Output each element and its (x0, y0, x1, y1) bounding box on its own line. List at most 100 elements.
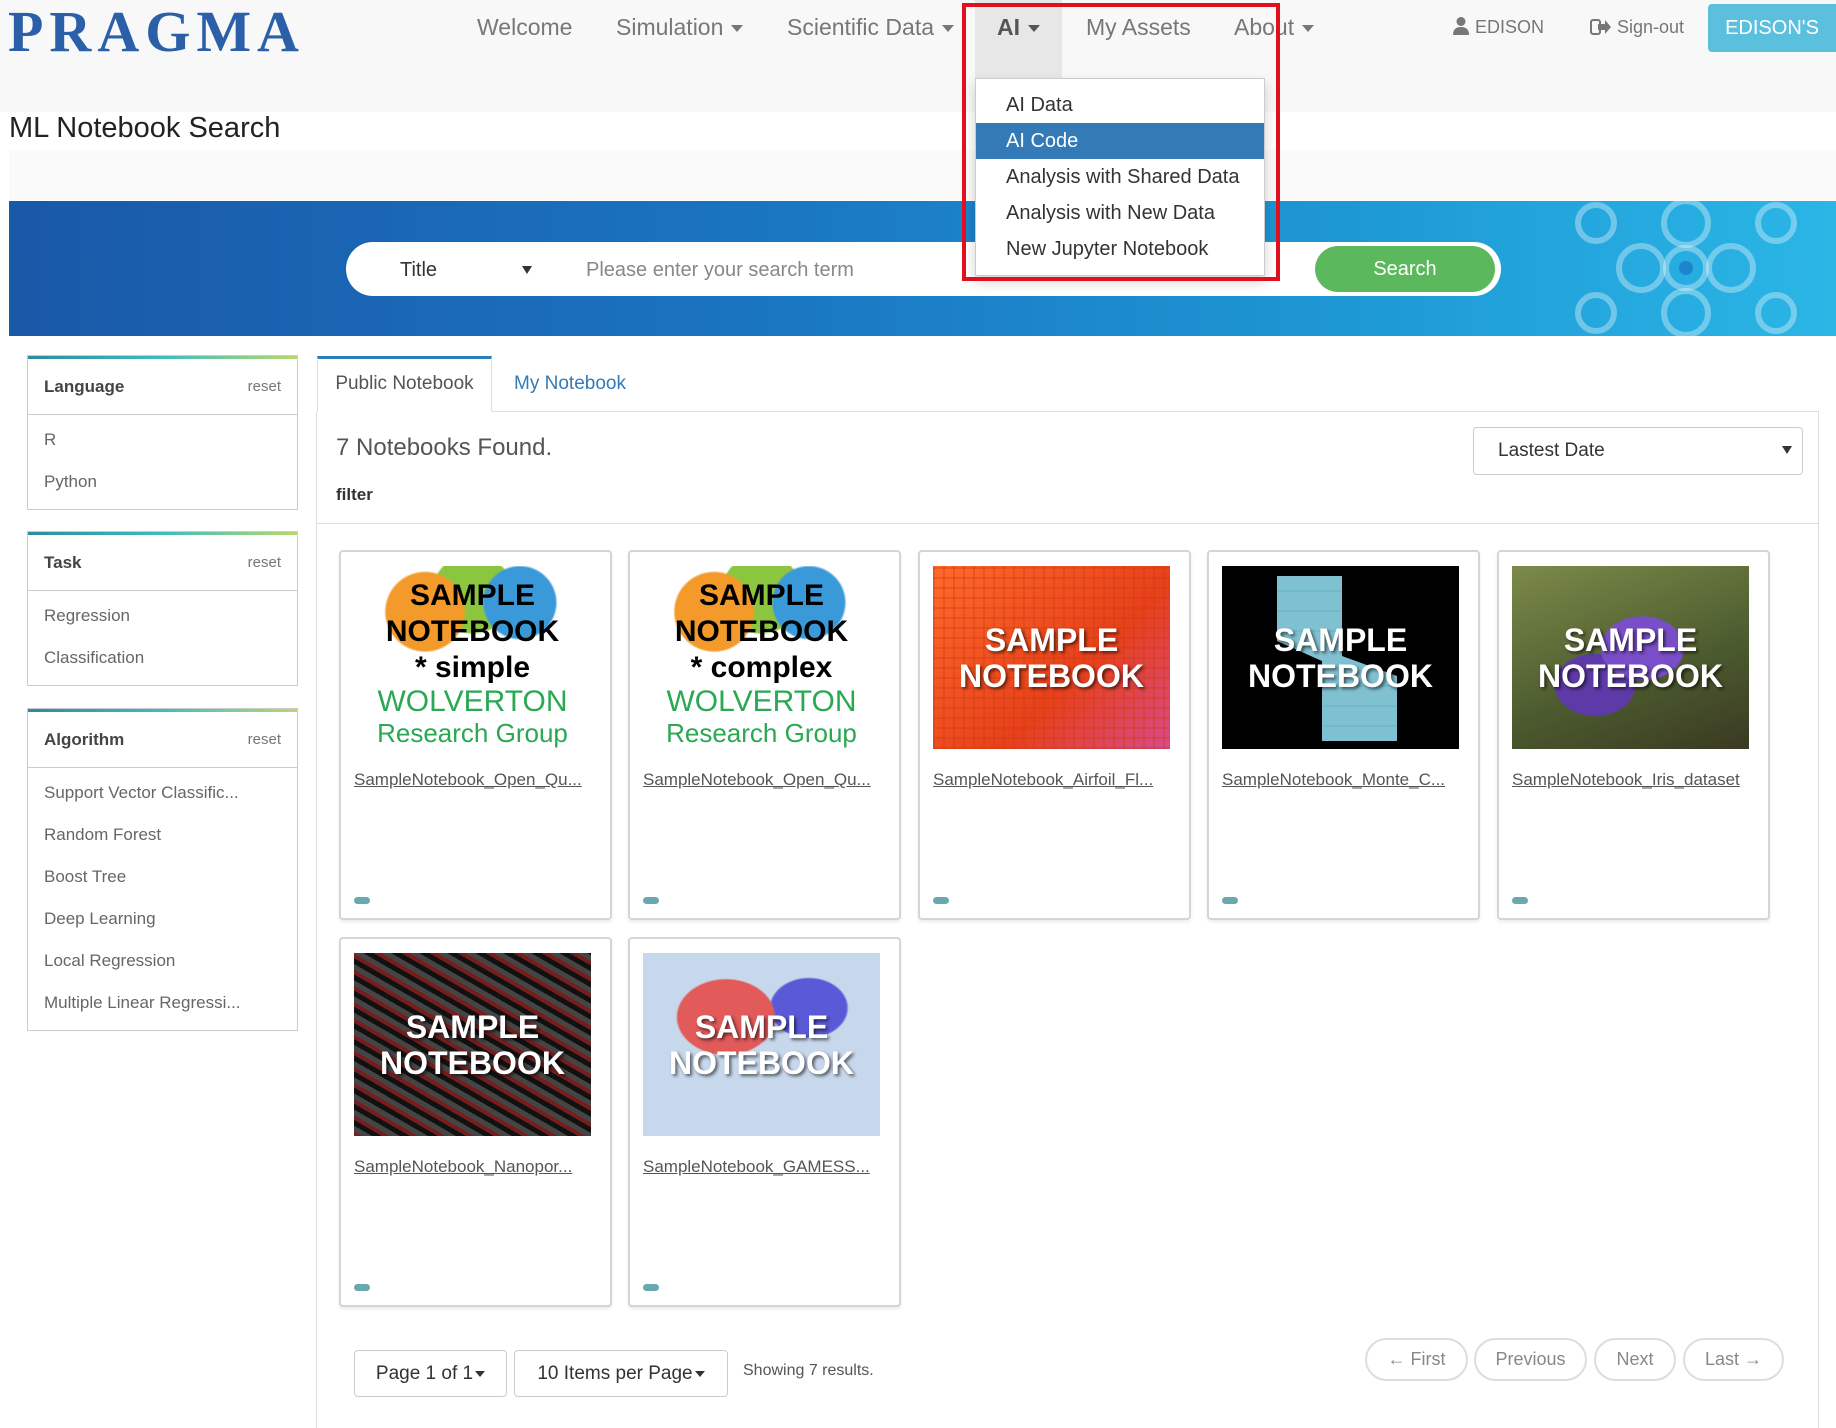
showing-results: Showing 7 results. (743, 1362, 874, 1379)
notebook-card[interactable]: SAMPLE NOTEBOOK SampleNotebook_GAMESS... (628, 937, 901, 1307)
dropdown-arrow-icon (1782, 446, 1792, 454)
items-per-page-select[interactable]: 10 Items per Page (514, 1350, 728, 1397)
thumbnail-text: SAMPLE NOTEBOOK (354, 1009, 591, 1081)
nav-scientific-data[interactable]: Scientific Data (787, 0, 955, 56)
notebook-title-link[interactable]: SampleNotebook_Open_Qu... (354, 770, 604, 790)
facet-item-python[interactable]: Python (28, 461, 297, 503)
thumb-line: NOTEBOOK (1248, 657, 1433, 694)
page-select[interactable]: Page 1 of 1 (354, 1350, 507, 1397)
previous-page-button[interactable]: Previous (1474, 1338, 1587, 1381)
pragma-logo[interactable]: PRAGMA (8, 0, 305, 64)
notebook-card[interactable]: SAMPLE NOTEBOOK SampleNotebook_Iris_data… (1497, 550, 1770, 920)
notebook-title-link[interactable]: SampleNotebook_Nanopor... (354, 1157, 604, 1177)
notebook-title-link[interactable]: SampleNotebook_Monte_C... (1222, 770, 1472, 790)
thumbnail-text: SAMPLE NOTEBOOK (1512, 622, 1749, 694)
notebook-card[interactable]: SAMPLE NOTEBOOK * complex WOLVERTON Rese… (628, 550, 901, 920)
sort-select[interactable]: Lastest Date (1473, 427, 1803, 475)
facet-item-deep-learning[interactable]: Deep Learning (28, 898, 297, 940)
caret-down-icon (475, 1370, 486, 1377)
notebook-card[interactable]: SAMPLE NOTEBOOK SampleNotebook_Monte_C..… (1207, 550, 1480, 920)
last-page-button[interactable]: Last → (1683, 1338, 1784, 1381)
thumb-line: SAMPLE (694, 1008, 829, 1045)
caret-down-icon (731, 25, 744, 33)
facet-item-regression[interactable]: Regression (28, 595, 297, 637)
facet-body: Regression Classification (28, 591, 297, 685)
facet-item-r[interactable]: R (28, 419, 297, 461)
notebook-title-link[interactable]: SampleNotebook_Airfoil_Fl... (933, 770, 1183, 790)
notebook-tag (933, 897, 949, 904)
facet-algorithm: Algorithm reset Support Vector Classific… (27, 708, 298, 1031)
nav-simulation[interactable]: Simulation (616, 0, 744, 56)
facet-title: Algorithm (44, 730, 125, 749)
thumb-line: NOTEBOOK (380, 1044, 565, 1081)
facet-title: Language (44, 377, 125, 396)
thumb-line: Research Group (666, 718, 857, 748)
nav-ai[interactable]: AI (975, 0, 1062, 78)
thumb-line: * simple (414, 651, 531, 684)
next-page-button[interactable]: Next (1594, 1338, 1676, 1381)
notebook-thumbnail: SAMPLE NOTEBOOK (354, 953, 591, 1136)
menu-item-ai-data[interactable]: AI Data (976, 87, 1264, 123)
divider (317, 523, 1818, 524)
logo-text: PRAGMA (8, 0, 305, 64)
nav-welcome[interactable]: Welcome (477, 0, 572, 56)
notebook-thumbnail: SAMPLE NOTEBOOK (643, 953, 880, 1136)
thumb-line: WOLVERTON (377, 685, 568, 718)
first-page-button[interactable]: ← First (1365, 1338, 1468, 1381)
menu-item-ai-code[interactable]: AI Code (976, 123, 1264, 159)
notebook-card[interactable]: SAMPLE NOTEBOOK SampleNotebook_Nanopor..… (339, 937, 612, 1307)
thumb-line: SAMPLE (698, 579, 824, 612)
caret-down-icon (694, 1370, 705, 1377)
notebook-title-link[interactable]: SampleNotebook_Open_Qu... (643, 770, 893, 790)
thumb-line: NOTEBOOK (669, 1044, 854, 1081)
thumbnail-text: SAMPLE NOTEBOOK * complex WOLVERTON Rese… (643, 578, 880, 748)
facet-item-local-regression[interactable]: Local Regression (28, 940, 297, 982)
thumb-line: SAMPLE (409, 579, 535, 612)
facet-language: Language reset R Python (27, 355, 298, 510)
notebook-card[interactable]: SAMPLE NOTEBOOK * simple WOLVERTON Resea… (339, 550, 612, 920)
nav-user[interactable]: EDISON (1452, 0, 1544, 56)
title-strip (9, 150, 1836, 200)
menu-item-new-jupyter[interactable]: New Jupyter Notebook (976, 231, 1264, 267)
nav-simulation-label: Simulation (616, 14, 724, 40)
facet-title: Task (44, 553, 82, 572)
facet-reset-link[interactable]: reset (248, 535, 281, 591)
facet-body: R Python (28, 415, 297, 509)
notebook-title-link[interactable]: SampleNotebook_GAMESS... (643, 1157, 893, 1177)
facet-reset-link[interactable]: reset (248, 359, 281, 415)
thumb-line: SAMPLE (405, 1008, 540, 1045)
thumb-line: * complex (690, 651, 833, 684)
nav-signout[interactable]: Sign-out (1590, 0, 1684, 56)
nav-my-assets[interactable]: My Assets (1086, 0, 1191, 56)
user-icon (1453, 17, 1469, 35)
facet-item-random-forest[interactable]: Random Forest (28, 814, 297, 856)
notebook-card[interactable]: SAMPLE NOTEBOOK SampleNotebook_Airfoil_F… (918, 550, 1191, 920)
facet-item-mlr[interactable]: Multiple Linear Regressi... (28, 982, 297, 1024)
thumb-line: WOLVERTON (666, 685, 857, 718)
top-navbar: PRAGMA Welcome Simulation Scientific Dat… (0, 0, 1836, 112)
tab-my-notebook[interactable]: My Notebook (495, 356, 645, 412)
notebook-title-link[interactable]: SampleNotebook_Iris_dataset (1512, 770, 1762, 790)
results-count: 7 Notebooks Found. (336, 434, 553, 461)
thumb-line: SAMPLE (1563, 621, 1698, 658)
notebook-thumbnail: SAMPLE NOTEBOOK (933, 566, 1170, 749)
facet-item-svc[interactable]: Support Vector Classific... (28, 772, 297, 814)
thumb-line: SAMPLE (984, 621, 1119, 658)
facet-body: Support Vector Classific... Random Fores… (28, 768, 297, 1030)
search-field-select[interactable]: Title (378, 248, 542, 292)
tab-public-notebook[interactable]: Public Notebook (317, 356, 492, 412)
notebook-thumbnail: SAMPLE NOTEBOOK * complex WOLVERTON Rese… (643, 566, 880, 749)
notebook-thumbnail: SAMPLE NOTEBOOK * simple WOLVERTON Resea… (354, 566, 591, 749)
facet-item-boost-tree[interactable]: Boost Tree (28, 856, 297, 898)
thumbnail-text: SAMPLE NOTEBOOK (1222, 622, 1459, 694)
menu-item-analysis-new[interactable]: Analysis with New Data (976, 195, 1264, 231)
menu-item-analysis-shared[interactable]: Analysis with Shared Data (976, 159, 1264, 195)
search-input[interactable] (586, 248, 966, 292)
site-button[interactable]: EDISON'S (1708, 4, 1836, 52)
search-button[interactable]: Search (1315, 246, 1495, 292)
caret-down-icon (1028, 25, 1040, 33)
facet-item-classification[interactable]: Classification (28, 637, 297, 679)
notebook-tag (1222, 897, 1238, 904)
facet-reset-link[interactable]: reset (248, 712, 281, 768)
nav-about[interactable]: About (1234, 0, 1315, 56)
